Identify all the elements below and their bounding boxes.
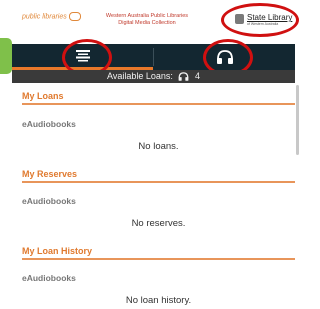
public-libraries-logo: public libraries [22,12,81,21]
list-icon [75,49,90,61]
empty-message: No loans. [138,141,179,152]
state-library-emblem-icon [235,14,244,24]
available-loans-count: 4 [194,71,200,81]
section-title-my-reserves: My Reserves [22,169,78,179]
section-divider [22,181,295,183]
headphones-icon [216,50,233,64]
empty-message: No reserves. [131,218,186,229]
category-label: eAudiobooks [22,119,76,129]
state-library-name: State Library [247,13,293,22]
header-title-line1: Western Australia Public Libraries [105,13,189,19]
state-library-subtitle: of Western Australia [247,22,279,26]
section-divider [22,258,295,260]
cloud-icon [68,12,81,21]
state-library-logo[interactable]: State Library of Western Australia [232,11,293,29]
header-title-line2: Digital Media Collection [118,20,176,26]
empty-message: No loan history. [125,295,192,306]
app-header: public libraries Western Australia Publi… [0,0,312,44]
available-loans-bar: Available Loans: 4 [12,70,295,83]
section-title-my-loan-history: My Loan History [22,246,93,256]
section-title-my-loans: My Loans [22,91,64,101]
header-title: Western Australia Public Libraries Digit… [86,13,208,27]
tab-eaudiobooks[interactable] [154,44,295,70]
category-label: eAudiobooks [22,196,76,206]
section-divider [22,103,295,105]
side-drawer-handle[interactable] [0,38,12,74]
category-label: eAudiobooks [22,273,76,283]
tab-my-loans[interactable] [12,44,153,70]
headphones-icon [179,72,189,81]
scrollbar[interactable] [296,85,299,155]
public-libraries-logo-text: public libraries [22,13,67,21]
available-loans-label: Available Loans: [107,71,173,81]
tab-bar [12,44,295,70]
